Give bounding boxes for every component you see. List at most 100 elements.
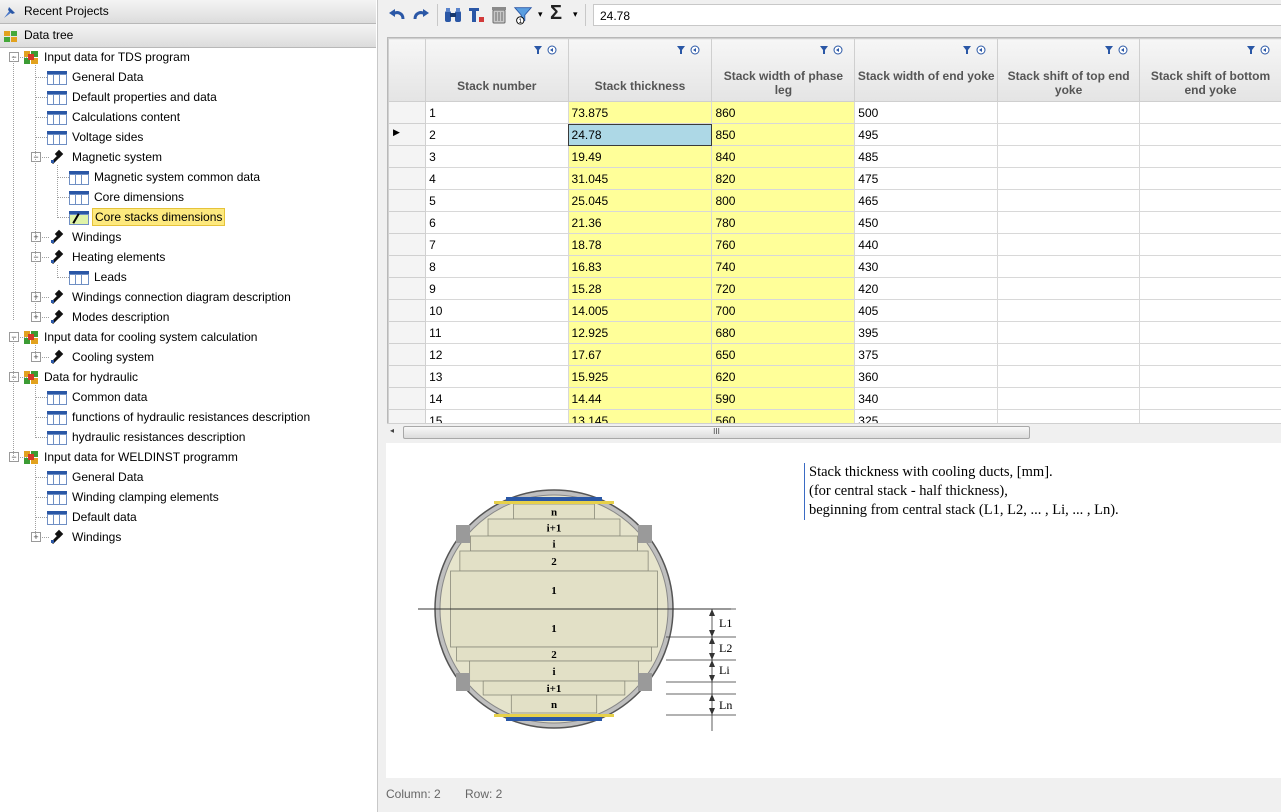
- grid-cell[interactable]: 500: [854, 101, 999, 124]
- grid-cell[interactable]: 17.67: [567, 343, 713, 366]
- tree-node[interactable]: hydraulic resistances description: [0, 428, 376, 446]
- row-header[interactable]: [388, 299, 427, 322]
- row-header[interactable]: [388, 365, 427, 388]
- row-header[interactable]: [388, 343, 427, 366]
- grid-cell[interactable]: [997, 101, 1141, 124]
- expand-icon[interactable]: +: [31, 532, 41, 542]
- grid-cell[interactable]: 850: [711, 123, 856, 146]
- grid-cell[interactable]: 395: [854, 321, 999, 344]
- sum-icon[interactable]: Σ: [550, 2, 562, 25]
- tree-node-label[interactable]: Winding clamping elements: [70, 488, 221, 506]
- grid-cell[interactable]: 21.36: [567, 211, 713, 234]
- data-tree-header[interactable]: Data tree: [0, 24, 376, 48]
- collapse-icon[interactable]: −: [9, 372, 19, 382]
- grid-cell[interactable]: 15.28: [567, 277, 713, 300]
- column-header[interactable]: Stack shift of bottom end yoke: [1139, 38, 1281, 102]
- collapse-icon[interactable]: −: [9, 52, 19, 62]
- collapse-icon[interactable]: −: [31, 252, 41, 262]
- tree-node-label[interactable]: General Data: [70, 468, 145, 486]
- tree-node-label[interactable]: Common data: [70, 388, 149, 406]
- row-header[interactable]: [388, 145, 427, 168]
- tree-node-label[interactable]: Magnetic system common data: [92, 168, 262, 186]
- tree-node-label[interactable]: Heating elements: [70, 248, 167, 266]
- grid-cell[interactable]: [1139, 365, 1281, 388]
- grid-cell[interactable]: [997, 167, 1141, 190]
- tree-node[interactable]: − Magnetic system: [0, 148, 376, 166]
- grid-cell[interactable]: [997, 233, 1141, 256]
- grid-cell[interactable]: 8: [425, 255, 569, 278]
- column-filter-icon[interactable]: [1105, 45, 1129, 55]
- tree-node-label[interactable]: Calculations content: [70, 108, 182, 126]
- row-header[interactable]: [388, 387, 427, 410]
- column-header[interactable]: Stack number: [425, 38, 569, 102]
- collapse-icon[interactable]: −: [9, 452, 19, 462]
- grid-cell[interactable]: [997, 211, 1141, 234]
- tree-node[interactable]: + Windings connection diagram description: [0, 288, 376, 306]
- tree-node-label[interactable]: Data for hydraulic: [42, 368, 140, 386]
- table-row[interactable]: 1 73.875 860 500: [388, 101, 1281, 124]
- grid-cell[interactable]: 465: [854, 189, 999, 212]
- grid-cell[interactable]: 12.925: [567, 321, 713, 344]
- grid-cell[interactable]: 760: [711, 233, 856, 256]
- table-row[interactable]: ▶ 2 24.78 850 495: [388, 123, 1281, 146]
- grid-cell[interactable]: 7: [425, 233, 569, 256]
- tree-node-label[interactable]: functions of hydraulic resistances descr…: [70, 408, 312, 426]
- grid-cell[interactable]: [997, 255, 1141, 278]
- expand-icon[interactable]: +: [31, 312, 41, 322]
- tree-node-label[interactable]: Modes description: [70, 308, 171, 326]
- tree-node[interactable]: General Data: [0, 468, 376, 486]
- horizontal-scrollbar[interactable]: ◂ III: [387, 423, 1281, 439]
- grid-cell[interactable]: [997, 321, 1141, 344]
- grid-cell[interactable]: [1139, 299, 1281, 322]
- tree-node-label[interactable]: Input data for cooling system calculatio…: [42, 328, 259, 346]
- tree-node[interactable]: − Heating elements: [0, 248, 376, 266]
- column-filter-icon[interactable]: [1247, 45, 1271, 55]
- grid-cell[interactable]: 475: [854, 167, 999, 190]
- grid-cell[interactable]: 620: [711, 365, 856, 388]
- table-row[interactable]: 4 31.045 820 475: [388, 167, 1281, 190]
- data-grid[interactable]: Stack number Stack thickness Stack width o…: [387, 37, 1281, 439]
- row-header[interactable]: [388, 321, 427, 344]
- tree-node-label[interactable]: Default properties and data: [70, 88, 219, 106]
- grid-cell[interactable]: 18.78: [567, 233, 713, 256]
- delete-icon[interactable]: [490, 5, 508, 25]
- table-row[interactable]: 7 18.78 760 440: [388, 233, 1281, 256]
- tree-node-label[interactable]: Input data for WELDINST programm: [42, 448, 240, 466]
- tree-node-label[interactable]: Windings: [70, 228, 123, 246]
- tree-node-label[interactable]: Windings: [70, 528, 123, 546]
- grid-cell[interactable]: [1139, 343, 1281, 366]
- grid-cell[interactable]: 14.44: [567, 387, 713, 410]
- tree-node[interactable]: + Windings: [0, 528, 376, 546]
- grid-cell[interactable]: 9: [425, 277, 569, 300]
- row-header[interactable]: [388, 277, 427, 300]
- row-header[interactable]: [388, 233, 427, 256]
- grid-cell[interactable]: [1139, 233, 1281, 256]
- grid-cell[interactable]: [1139, 145, 1281, 168]
- table-row[interactable]: 11 12.925 680 395: [388, 321, 1281, 344]
- grid-cell[interactable]: 800: [711, 189, 856, 212]
- grid-cell[interactable]: 375: [854, 343, 999, 366]
- grid-cell[interactable]: [997, 189, 1141, 212]
- table-row[interactable]: 14 14.44 590 340: [388, 387, 1281, 410]
- filter-icon[interactable]: 1: [512, 5, 534, 25]
- grid-cell[interactable]: [1139, 211, 1281, 234]
- grid-cell[interactable]: 780: [711, 211, 856, 234]
- grid-cell[interactable]: 14: [425, 387, 569, 410]
- grid-cell[interactable]: 720: [711, 277, 856, 300]
- redo-icon[interactable]: [411, 5, 431, 25]
- column-filter-icon[interactable]: [963, 45, 987, 55]
- tree-node[interactable]: Voltage sides: [0, 128, 376, 146]
- grid-cell[interactable]: [997, 365, 1141, 388]
- column-filter-icon[interactable]: [677, 45, 701, 55]
- grid-cell[interactable]: [997, 387, 1141, 410]
- grid-cell[interactable]: 590: [711, 387, 856, 410]
- tree-node-label[interactable]: Input data for TDS program: [42, 48, 192, 66]
- grid-cell[interactable]: [1139, 189, 1281, 212]
- table-row[interactable]: 5 25.045 800 465: [388, 189, 1281, 212]
- tree-node-label[interactable]: Cooling system: [70, 348, 156, 366]
- tree-node-label[interactable]: Default data: [70, 508, 139, 526]
- tree-node-label[interactable]: Voltage sides: [70, 128, 145, 146]
- binoculars-icon[interactable]: [443, 5, 463, 25]
- grid-cell[interactable]: 6: [425, 211, 569, 234]
- grid-cell[interactable]: [1139, 123, 1281, 146]
